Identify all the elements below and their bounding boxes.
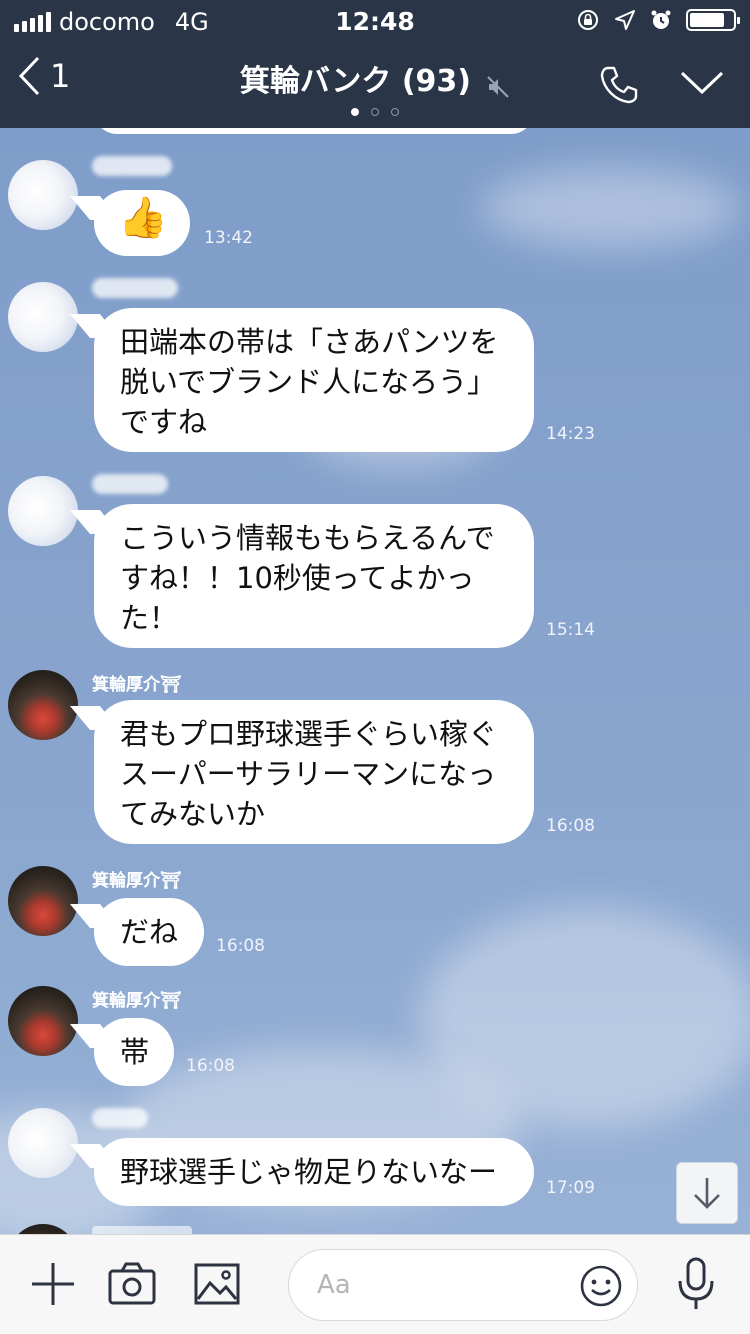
chat-area[interactable]: 👍 13:42 田端本の帯は「さあパンツを 脱いでブランド人になろう」 ですね … — [0, 128, 750, 1234]
message-time: 16:08 — [186, 1056, 235, 1076]
message-bubble[interactable]: 野球選手じゃ物足りないなー — [94, 1138, 534, 1206]
alarm-icon — [651, 10, 671, 29]
chat-title: 箕輪バンク (93) — [239, 64, 472, 99]
message-time: 15:14 — [546, 620, 595, 640]
status-right — [576, 8, 740, 32]
status-bar: docomo 4G 12:48 — [0, 0, 750, 42]
page-dots — [0, 108, 750, 116]
message-bubble[interactable]: だね — [94, 898, 204, 966]
image-icon[interactable] — [194, 1261, 240, 1307]
chat-header: 1 箕輪バンク (93) — [0, 42, 750, 128]
sender-name-hidden — [92, 474, 168, 494]
sender-name-partial — [92, 1226, 192, 1234]
message-time: 17:09 — [546, 1178, 595, 1198]
message-input[interactable]: Aa — [288, 1249, 638, 1321]
sender-name-hidden — [92, 1108, 148, 1128]
avatar[interactable] — [8, 476, 78, 546]
message-time: 16:08 — [216, 936, 265, 956]
sender-name-hidden — [92, 156, 172, 176]
sender-name-hidden — [92, 278, 178, 298]
phone-icon[interactable] — [598, 64, 640, 106]
message-time: 14:23 — [546, 424, 595, 444]
message-bubble[interactable]: 帯 — [94, 1018, 174, 1086]
emoji-icon[interactable] — [579, 1264, 623, 1308]
message-input-placeholder: Aa — [317, 1270, 351, 1300]
message-time: 13:42 — [204, 228, 253, 248]
sender-name: 箕輪厚介⛩ — [92, 675, 182, 695]
sky-cloud — [480, 168, 740, 248]
page-dot — [351, 108, 359, 116]
location-arrow-icon — [615, 10, 635, 30]
avatar[interactable] — [8, 986, 78, 1056]
message-bubble[interactable]: 田端本の帯は「さあパンツを 脱いでブランド人になろう」 ですね — [94, 308, 534, 452]
avatar[interactable] — [8, 670, 78, 740]
sender-name: 箕輪厚介⛩ — [92, 871, 182, 891]
mute-icon — [487, 75, 509, 98]
avatar[interactable] — [8, 160, 78, 230]
message-bubble[interactable]: こういう情報ももらえるんで すね！！10秒使ってよかっ た！ — [94, 504, 534, 648]
camera-icon[interactable] — [108, 1261, 156, 1307]
sender-name: 箕輪厚介⛩ — [92, 991, 182, 1011]
avatar[interactable] — [8, 866, 78, 936]
page-dot — [391, 108, 399, 116]
microphone-icon[interactable] — [676, 1257, 716, 1311]
message-bubble[interactable]: 君もプロ野球選手ぐらい稼ぐ スーパーサラリーマンになっ てみないか — [94, 700, 534, 844]
plus-icon[interactable] — [30, 1261, 76, 1307]
avatar[interactable] — [8, 1108, 78, 1178]
page-dot — [371, 108, 379, 116]
chevron-down-icon[interactable] — [680, 70, 724, 96]
arrow-down-icon — [694, 1178, 720, 1209]
top-bar: docomo 4G 12:48 1 箕輪バンク (93) — [0, 0, 750, 128]
orientation-lock-icon — [578, 10, 598, 30]
previous-message-bubble — [94, 128, 534, 134]
message-time: 16:08 — [546, 816, 595, 836]
battery-icon — [686, 9, 740, 31]
avatar[interactable] — [8, 282, 78, 352]
input-bar: Aa — [0, 1234, 750, 1334]
scroll-to-bottom-button[interactable] — [676, 1162, 738, 1224]
message-bubble[interactable]: 👍 — [94, 190, 190, 256]
